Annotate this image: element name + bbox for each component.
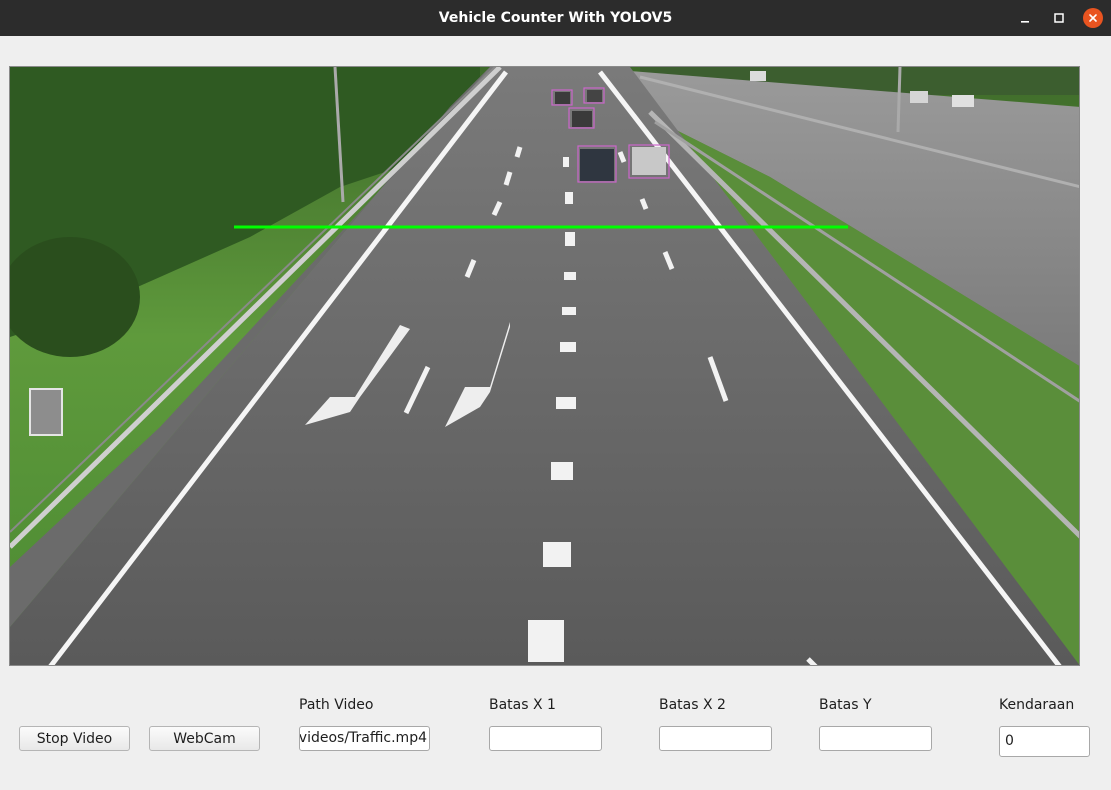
close-icon <box>1089 14 1097 22</box>
app-window: Vehicle Counter With YOLOV5 Stop Video W… <box>0 0 1111 790</box>
minimize-icon <box>1021 21 1029 23</box>
path-video-label: Path Video <box>299 697 374 713</box>
title-bar: Vehicle Counter With YOLOV5 <box>0 0 1111 36</box>
minimize-button[interactable] <box>1013 6 1037 30</box>
close-button[interactable] <box>1081 6 1105 30</box>
stop-video-button[interactable]: Stop Video <box>19 726 130 751</box>
path-video-input[interactable]: videos/Traffic.mp4 <box>299 726 430 751</box>
kendaraan-count-field[interactable]: 0 <box>999 726 1090 757</box>
path-video-value: videos/Traffic.mp4 <box>299 730 427 746</box>
batas-x1-label: Batas X 1 <box>489 697 556 713</box>
video-frame <box>9 66 1080 666</box>
road-sign <box>29 388 63 436</box>
webcam-button[interactable]: WebCam <box>149 726 260 751</box>
maximize-icon <box>1054 13 1064 23</box>
batas-y-input[interactable] <box>819 726 932 751</box>
maximize-button[interactable] <box>1047 6 1071 30</box>
batas-x2-label: Batas X 2 <box>659 697 726 713</box>
kendaraan-label: Kendaraan <box>999 697 1075 713</box>
traffic-video-image <box>10 67 1079 665</box>
batas-y-label: Batas Y <box>819 697 872 713</box>
close-circle <box>1083 8 1103 28</box>
window-title: Vehicle Counter With YOLOV5 <box>438 10 673 26</box>
batas-x1-input[interactable] <box>489 726 602 751</box>
light-pole-right <box>896 67 902 133</box>
batas-x2-input[interactable] <box>659 726 772 751</box>
